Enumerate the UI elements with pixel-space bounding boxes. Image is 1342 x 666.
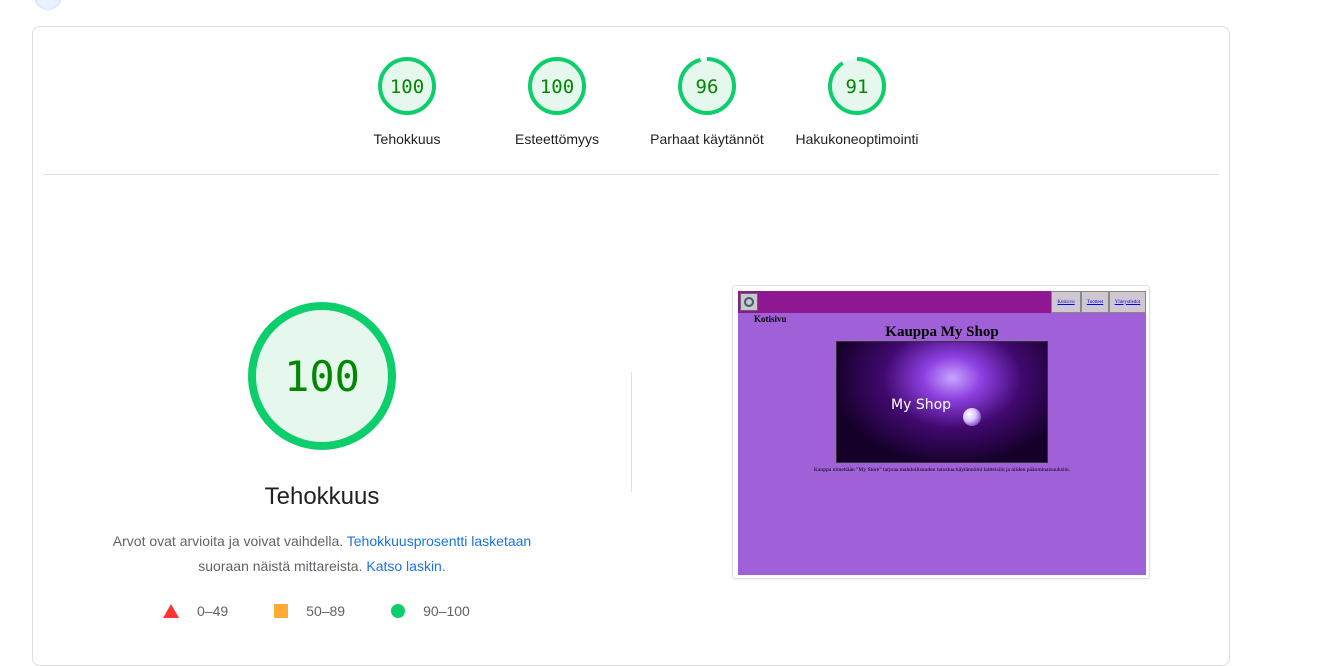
gauge-label: Tehokkuus — [373, 131, 441, 147]
square-icon — [274, 604, 289, 618]
legend-range: 0–49 — [197, 603, 229, 619]
gauge-label: Hakukoneoptimointi — [795, 131, 919, 147]
avatar — [34, 0, 62, 10]
site-nav: Kotisivu Tuotteet Yhteystiedot — [1051, 291, 1146, 313]
performance-score: 100 — [284, 352, 360, 401]
gauge-best-practices[interactable]: 96 Parhaat käytännöt — [632, 55, 782, 147]
desc-text: suoraan näistä mittareista. — [198, 558, 363, 574]
circle-icon — [391, 604, 406, 618]
site-nav-link: Tuotteet — [1081, 291, 1109, 313]
legend-range: 90–100 — [423, 603, 470, 619]
gauge-score: 100 — [390, 76, 424, 98]
gauge-accessibility[interactable]: 100 Esteettömyys — [482, 55, 632, 147]
gauge-label: Esteettömyys — [514, 131, 600, 147]
site-logo-icon — [740, 293, 758, 311]
legend-item-pass: 90–100 — [391, 603, 470, 619]
performance-description: Arvot ovat arvioita ja voivat vaihdella.… — [33, 529, 611, 579]
gauge-score: 91 — [846, 76, 869, 98]
gauge-ring: 100 — [528, 57, 586, 115]
legend-item-fail: 0–49 — [163, 603, 228, 619]
calculator-link[interactable]: Katso laskin. — [366, 558, 445, 574]
score-gauges: 100 Tehokkuus 100 Esteettömyys 96 Parhaa… — [33, 55, 1229, 175]
divider — [43, 174, 1219, 175]
score-calc-link[interactable]: Tehokkuusprosentti lasketaan — [347, 533, 531, 549]
triangle-icon — [163, 604, 179, 618]
site-paragraph: Kauppa nimeltään "My Store" tarjoaa mahd… — [813, 467, 1071, 473]
performance-gauge: 100 — [248, 302, 396, 450]
page-screenshot: Kotisivu Tuotteet Yhteystiedot Kotisivu … — [738, 291, 1146, 575]
hero-text: My Shop — [891, 397, 952, 413]
moon-icon — [963, 408, 981, 426]
report-card: 100 Tehokkuus 100 Esteettömyys 96 Parhaa… — [32, 26, 1230, 666]
gauge-score: 96 — [696, 76, 719, 98]
gauge-seo[interactable]: 91 Hakukoneoptimointi — [782, 55, 932, 147]
site-hero-image: My Shop — [836, 341, 1048, 463]
site-nav-link: Yhteystiedot — [1109, 291, 1146, 313]
site-breadcrumb: Kotisivu — [754, 314, 787, 324]
gauge-score: 100 — [540, 76, 574, 98]
legend-range: 50–89 — [306, 603, 346, 619]
gauge-ring: 91 — [828, 57, 886, 115]
site-nav-link: Kotisivu — [1051, 291, 1081, 313]
gauge-performance[interactable]: 100 Tehokkuus — [332, 55, 482, 147]
gauge-ring: 96 — [678, 57, 736, 115]
gauge-ring: 100 — [378, 57, 436, 115]
desc-text: Arvot ovat arvioita ja voivat vaihdella. — [112, 533, 344, 549]
final-screenshot[interactable]: Kotisivu Tuotteet Yhteystiedot Kotisivu … — [732, 285, 1150, 579]
site-heading: Kauppa My Shop — [885, 324, 999, 340]
score-legend: 0–49 50–89 90–100 — [163, 603, 470, 619]
performance-title: Tehokkuus — [264, 483, 380, 510]
legend-item-average: 50–89 — [274, 603, 345, 619]
gauge-label: Parhaat käytännöt — [650, 131, 764, 147]
vertical-divider — [631, 372, 632, 492]
